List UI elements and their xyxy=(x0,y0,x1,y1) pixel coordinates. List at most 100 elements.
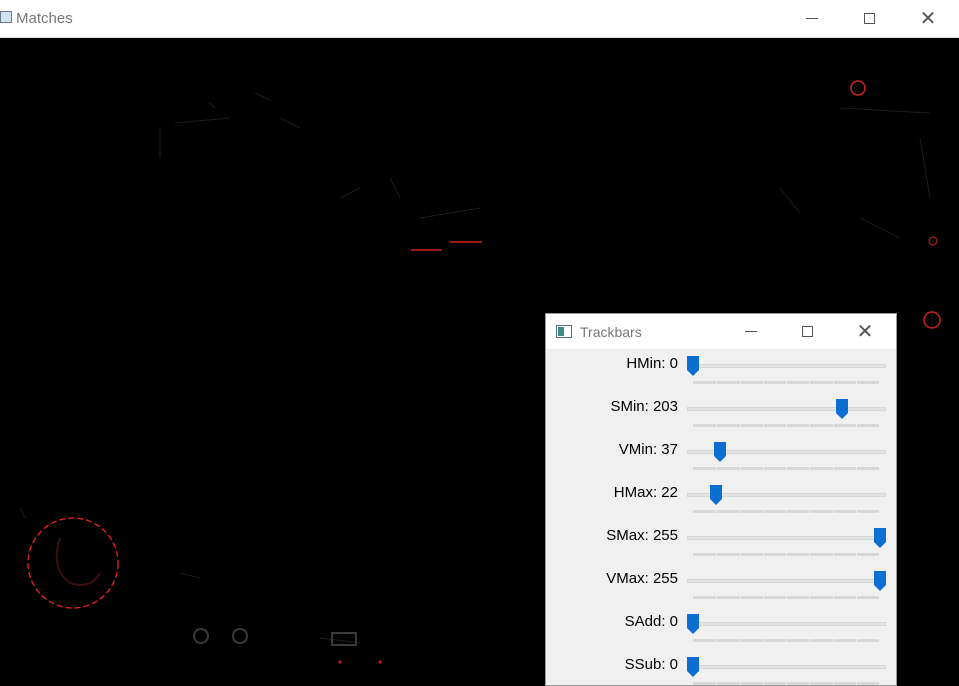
tick-mark xyxy=(739,639,741,642)
tick-mark xyxy=(762,639,764,642)
app-icon xyxy=(0,11,12,23)
trackbar-row: SSub: 0 xyxy=(546,656,896,685)
tick-mark xyxy=(832,596,834,599)
tick-mark xyxy=(739,467,741,470)
close-button[interactable]: ✕ xyxy=(905,0,951,37)
tick-mark xyxy=(716,424,718,427)
tick-mark xyxy=(762,381,764,384)
tick-mark xyxy=(786,381,787,384)
tick-mark xyxy=(716,467,718,470)
trackbar-ticks xyxy=(693,553,879,559)
tick-mark xyxy=(786,639,787,642)
tick-mark xyxy=(809,381,811,384)
tick-mark xyxy=(739,596,741,599)
trackbars-window-title: Trackbars xyxy=(580,324,642,340)
minimize-icon xyxy=(806,18,818,19)
trackbar-label: SSub: 0 xyxy=(624,656,678,673)
trackbar-row: SMax: 255 xyxy=(546,527,896,570)
tick-mark xyxy=(832,510,834,513)
tick-mark xyxy=(762,553,764,556)
trackbar-ticks xyxy=(693,424,879,430)
minimize-icon xyxy=(745,331,757,332)
tick-mark xyxy=(809,424,811,427)
trackbar-thumb[interactable] xyxy=(835,399,848,419)
tick-mark xyxy=(809,596,811,599)
trackbar-row: SMin: 203 xyxy=(546,398,896,441)
trackbar-track[interactable] xyxy=(687,364,886,368)
maximize-icon xyxy=(863,13,875,24)
tick-mark xyxy=(786,424,787,427)
tick-mark xyxy=(855,424,857,427)
trackbar-label: VMin: 37 xyxy=(618,441,678,458)
tick-mark xyxy=(716,596,718,599)
trackbar-row: HMin: 0 xyxy=(546,355,896,398)
maximize-icon xyxy=(801,326,813,337)
tick-mark xyxy=(809,553,811,556)
trackbar-ticks xyxy=(693,381,879,387)
trackbar-thumb[interactable] xyxy=(874,571,886,591)
trackbar-thumb[interactable] xyxy=(687,614,699,634)
trackbar-row: SAdd: 0 xyxy=(546,613,896,656)
tick-mark xyxy=(809,467,811,470)
tick-mark xyxy=(832,639,834,642)
tick-mark xyxy=(762,510,764,513)
tick-mark xyxy=(716,553,718,556)
trackbars-app-icon xyxy=(556,325,572,338)
trackbars-window: Trackbars ✕ HMin: 0 SMin: 203 VMin: 37 H… xyxy=(545,313,897,686)
tick-mark xyxy=(855,553,857,556)
tick-mark xyxy=(786,510,787,513)
tick-mark xyxy=(855,682,857,685)
trackbar-label: SMin: 203 xyxy=(610,398,678,415)
trackbar-thumb[interactable] xyxy=(687,657,699,677)
minimize-button[interactable] xyxy=(789,0,835,37)
trackbar-ticks xyxy=(693,639,879,645)
close-icon: ✕ xyxy=(919,7,937,30)
trackbar-thumb[interactable] xyxy=(709,485,722,505)
tick-mark xyxy=(832,467,834,470)
tick-mark xyxy=(832,682,834,685)
tick-mark xyxy=(739,424,741,427)
trackbar-label: HMin: 0 xyxy=(626,355,678,372)
tick-mark xyxy=(762,596,764,599)
trackbar-track[interactable] xyxy=(687,665,886,669)
trackbar-label: VMax: 255 xyxy=(606,570,678,587)
tick-mark xyxy=(739,381,741,384)
matches-titlebar[interactable]: Matches ✕ xyxy=(0,0,959,38)
tick-mark xyxy=(855,381,857,384)
tick-mark xyxy=(716,510,718,513)
tick-mark xyxy=(762,682,764,685)
trackbar-track[interactable] xyxy=(687,407,886,411)
tick-mark xyxy=(809,682,811,685)
tick-mark xyxy=(855,639,857,642)
trackbar-thumb[interactable] xyxy=(874,528,886,548)
trackbar-track[interactable] xyxy=(687,536,886,540)
trackbar-row: HMax: 22 xyxy=(546,484,896,527)
trackbar-thumb[interactable] xyxy=(687,356,699,376)
tick-mark xyxy=(855,510,857,513)
trackbar-thumb[interactable] xyxy=(714,442,727,462)
tick-mark xyxy=(739,682,741,685)
trackbar-track[interactable] xyxy=(687,622,886,626)
maximize-button[interactable] xyxy=(846,0,892,37)
trackbars-maximize-button[interactable] xyxy=(784,314,830,349)
tick-mark xyxy=(762,467,764,470)
tick-mark xyxy=(762,424,764,427)
tick-mark xyxy=(855,467,857,470)
trackbars-titlebar[interactable]: Trackbars ✕ xyxy=(546,314,896,349)
trackbar-track[interactable] xyxy=(687,579,886,583)
tick-mark xyxy=(739,510,741,513)
tick-mark xyxy=(786,467,787,470)
tick-mark xyxy=(832,381,834,384)
tick-mark xyxy=(832,553,834,556)
trackbars-minimize-button[interactable] xyxy=(728,314,774,349)
trackbar-ticks xyxy=(693,467,879,473)
trackbars-close-button[interactable]: ✕ xyxy=(842,314,888,349)
tick-mark xyxy=(716,639,718,642)
tick-mark xyxy=(855,596,857,599)
trackbar-label: HMax: 22 xyxy=(613,484,678,501)
tick-mark xyxy=(739,553,741,556)
trackbar-ticks xyxy=(693,682,879,685)
trackbar-label: SMax: 255 xyxy=(606,527,678,544)
tick-mark xyxy=(786,553,787,556)
tick-mark xyxy=(809,510,811,513)
